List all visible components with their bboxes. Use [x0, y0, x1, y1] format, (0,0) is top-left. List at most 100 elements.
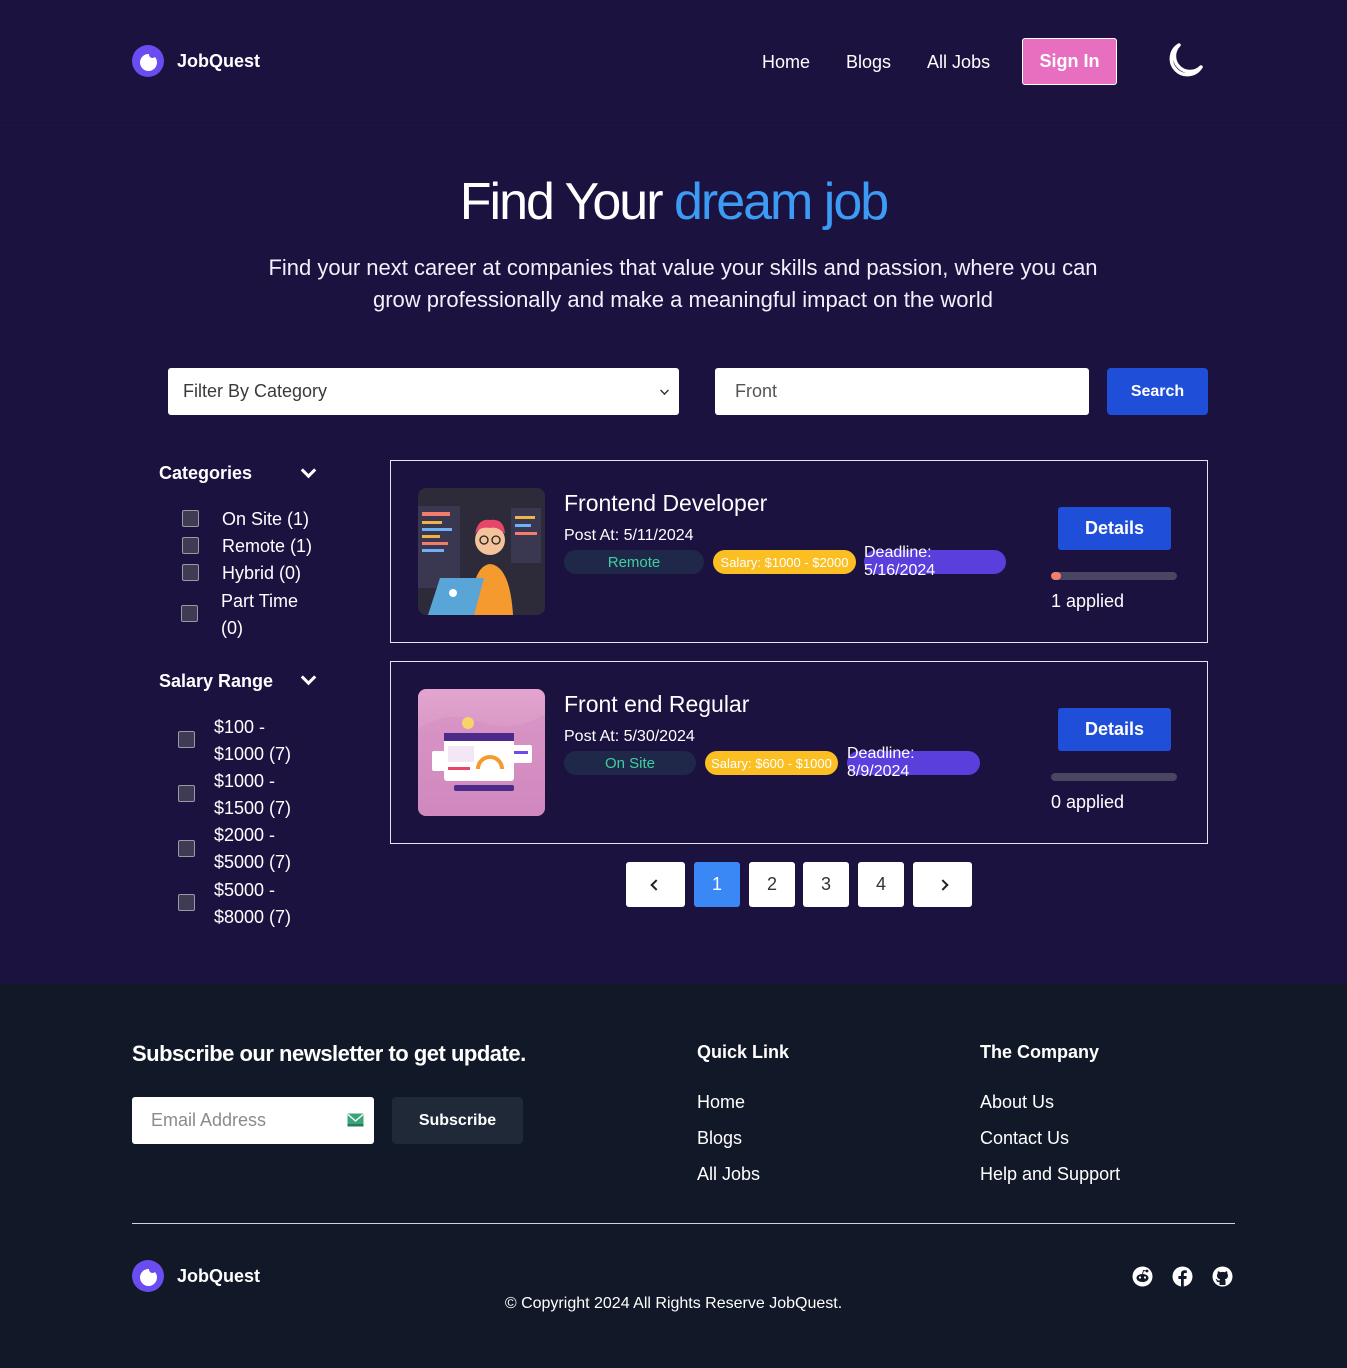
- category-checkbox-onsite[interactable]: [182, 510, 199, 527]
- search-input[interactable]: [715, 368, 1089, 415]
- salary-4-line1: $5000 -: [214, 880, 276, 900]
- logo-icon: [132, 45, 164, 77]
- mail-icon: [347, 1113, 364, 1127]
- nav-link-all-jobs[interactable]: All Jobs: [927, 52, 990, 73]
- salary-label-4: $5000 - $8000 (7): [214, 877, 291, 931]
- footer-link-blogs[interactable]: Blogs: [697, 1128, 742, 1149]
- chevron-left-icon: [649, 878, 662, 891]
- moon-icon[interactable]: [1164, 38, 1208, 82]
- pagination-page-3[interactable]: 3: [803, 862, 849, 907]
- logo-icon: [132, 1260, 164, 1292]
- brand-logo[interactable]: JobQuest: [132, 45, 260, 77]
- salary-chevron-icon[interactable]: [300, 669, 317, 686]
- details-button[interactable]: Details: [1058, 708, 1171, 751]
- category-label-remote: Remote (1): [222, 536, 313, 556]
- github-icon[interactable]: [1212, 1266, 1233, 1287]
- category-label-hybrid: Hybrid (0): [222, 563, 302, 583]
- salary-3-line2: $5000 (7): [214, 852, 292, 872]
- hero-title-plain: Find Your: [459, 173, 664, 231]
- footer-brand-logo[interactable]: JobQuest: [132, 1260, 260, 1292]
- chevron-down-icon: [660, 386, 669, 395]
- salary-checkbox-1[interactable]: [178, 731, 195, 748]
- deadline-badge: Deadline: 5/16/2024: [864, 544, 1006, 579]
- pagination-prev-button[interactable]: [626, 862, 685, 907]
- salary-checkbox-2[interactable]: [178, 785, 195, 802]
- footer-link-help[interactable]: Help and Support: [980, 1164, 1120, 1185]
- salary-2-line1: $1000 -: [214, 771, 276, 791]
- salary-label-1: $100 - $1000 (7): [214, 714, 291, 768]
- category-label-onsite: On Site (1): [222, 509, 310, 529]
- search-button[interactable]: Search: [1107, 368, 1208, 415]
- deadline-badge: Deadline: 8/9/2024: [847, 745, 980, 780]
- nav-links: Home Blogs All Jobs: [762, 52, 990, 73]
- job-type-badge: Remote: [564, 550, 704, 574]
- applied-count: 0 applied: [1051, 792, 1125, 812]
- job-card: Frontend Developer Post At: 5/11/2024 Re…: [390, 460, 1208, 643]
- footer-divider: [132, 1223, 1235, 1224]
- salary-badge: Salary: $1000 - $2000: [713, 550, 856, 574]
- chevron-right-icon: [936, 878, 949, 891]
- footer-link-home[interactable]: Home: [697, 1092, 745, 1113]
- quick-link-heading: Quick Link: [697, 1042, 790, 1062]
- email-field-wrapper: [132, 1097, 374, 1144]
- category-checkbox-hybrid[interactable]: [182, 564, 199, 581]
- sign-in-button[interactable]: Sign In: [1022, 38, 1117, 85]
- footer-brand-name: JobQuest: [177, 1265, 261, 1286]
- job-thumbnail-dashboard-image: [418, 689, 545, 816]
- job-posted-date: Post At: 5/11/2024: [564, 527, 694, 544]
- email-field[interactable]: [132, 1097, 332, 1144]
- newsletter-title: Subscribe our newsletter to get update.: [132, 1041, 526, 1066]
- footer-link-all-jobs[interactable]: All Jobs: [697, 1164, 760, 1185]
- applied-count: 1 applied: [1051, 591, 1125, 611]
- pagination-page-1[interactable]: 1: [694, 862, 740, 907]
- footer-link-contact[interactable]: Contact Us: [980, 1128, 1069, 1149]
- categories-heading: Categories: [159, 463, 253, 483]
- salary-1-line2: $1000 (7): [214, 744, 292, 764]
- salary-label-3: $2000 - $5000 (7): [214, 822, 291, 876]
- top-navbar: JobQuest Home Blogs All Jobs Sign In: [0, 0, 1347, 123]
- category-checkbox-remote[interactable]: [182, 537, 199, 554]
- pagination-page-2[interactable]: 2: [749, 862, 795, 907]
- salary-label-2: $1000 - $1500 (7): [214, 768, 291, 822]
- reddit-icon[interactable]: [1132, 1266, 1153, 1287]
- job-title[interactable]: Frontend Developer: [564, 490, 767, 517]
- categories-chevron-icon[interactable]: [300, 462, 317, 479]
- part-time-line1: Part Time: [221, 591, 299, 611]
- progress-fill: [1051, 572, 1062, 580]
- copyright-text: © Copyright 2024 All Rights Reserve JobQ…: [504, 1295, 843, 1312]
- brand-name: JobQuest: [177, 50, 261, 71]
- category-label-part-time: Part Time (0): [221, 588, 298, 642]
- subscribe-button[interactable]: Subscribe: [392, 1097, 523, 1144]
- salary-checkbox-3[interactable]: [178, 840, 195, 857]
- category-select-value: Filter By Category: [183, 381, 328, 401]
- job-title[interactable]: Front end Regular: [564, 691, 749, 718]
- job-type-badge: On Site: [564, 751, 696, 775]
- salary-2-line2: $1500 (7): [214, 798, 292, 818]
- applicants-progress-bar: [1051, 773, 1177, 781]
- part-time-line2: (0): [221, 618, 243, 638]
- details-button[interactable]: Details: [1058, 507, 1171, 550]
- salary-badge: Salary: $600 - $1000: [705, 751, 838, 775]
- hero-title: Find Your dream job: [0, 172, 1347, 232]
- nav-link-blogs[interactable]: Blogs: [846, 52, 891, 73]
- job-thumbnail-developer-image: [418, 488, 545, 615]
- hero-subtitle: Find your next career at companies that …: [268, 255, 1098, 312]
- nav-link-home[interactable]: Home: [762, 52, 810, 73]
- footer: Subscribe our newsletter to get update. …: [0, 984, 1347, 1368]
- category-checkbox-part-time[interactable]: [181, 605, 198, 622]
- hero-title-accent: dream job: [673, 173, 889, 231]
- salary-3-line1: $2000 -: [214, 825, 276, 845]
- job-card: Front end Regular Post At: 5/30/2024 On …: [390, 661, 1208, 844]
- salary-checkbox-4[interactable]: [178, 894, 195, 911]
- facebook-icon[interactable]: [1172, 1266, 1193, 1287]
- pagination-page-4[interactable]: 4: [858, 862, 904, 907]
- salary-range-heading: Salary Range: [159, 671, 274, 691]
- footer-link-about[interactable]: About Us: [980, 1092, 1054, 1113]
- salary-4-line2: $8000 (7): [214, 907, 292, 927]
- salary-1-line1: $100 -: [214, 717, 266, 737]
- pagination-next-button[interactable]: [913, 862, 972, 907]
- company-heading: The Company: [980, 1042, 1100, 1062]
- job-posted-date: Post At: 5/30/2024: [564, 728, 695, 745]
- applicants-progress-bar: [1051, 572, 1177, 580]
- category-select[interactable]: Filter By Category: [168, 368, 679, 415]
